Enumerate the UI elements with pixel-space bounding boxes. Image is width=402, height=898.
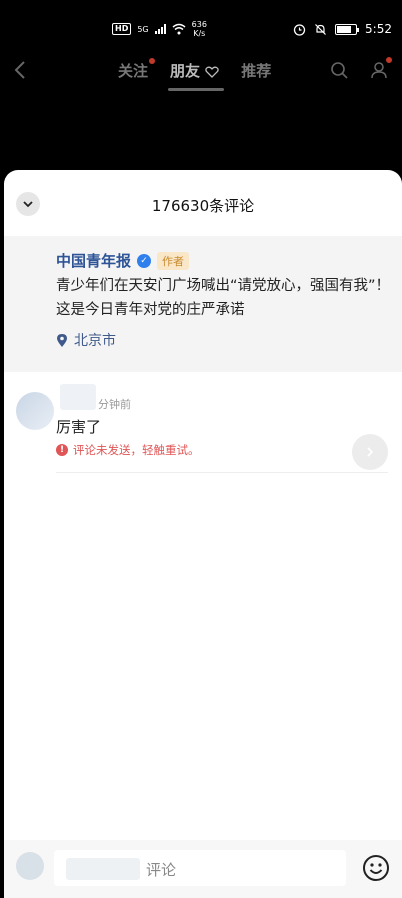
publisher-logo[interactable] [18, 258, 46, 274]
network-speed: 636 K/s [192, 20, 207, 38]
comment-input[interactable]: 评论 [54, 850, 346, 886]
heart-icon [205, 66, 219, 78]
post-author: 中国青年报 ✓ 作者 [56, 250, 190, 271]
clock: 5:52 [365, 22, 392, 36]
comment-input-bar: 评论 [4, 840, 402, 898]
chevron-right-icon [367, 447, 374, 457]
mute-bell-icon [315, 23, 326, 35]
send-failed-status[interactable]: ! 评论未发送，轻触重试。 [56, 442, 200, 458]
profile-button[interactable] [370, 57, 392, 79]
retry-button[interactable] [352, 434, 388, 470]
top-nav: 关注 朋友 推荐 [0, 44, 402, 100]
search-button[interactable] [330, 61, 348, 79]
comment-time: 分钟前 [98, 398, 131, 411]
notification-dot [149, 58, 156, 64]
chevron-left-icon [14, 61, 25, 79]
author-name[interactable]: 中国青年报 [56, 250, 131, 271]
network-type: 5G [137, 24, 149, 34]
verified-icon: ✓ [137, 253, 152, 268]
battery-icon [335, 23, 360, 35]
search-icon [331, 62, 348, 79]
post-text: 青少年们在天安门广场喊出“请党放心，强国有我”！这是今日青年对党的庄严承诺 [56, 278, 391, 318]
alarm-icon [293, 23, 306, 36]
tab-label: 朋友 [170, 62, 201, 80]
emoji-icon [363, 855, 389, 881]
avatar[interactable] [16, 392, 54, 430]
status-bar: HD 5G 636 K/s 5:52 [0, 0, 402, 44]
comment-sheet: 176630条评论 中国青年报 ✓ 作者 青少年们在天安门广场喊出“请党放心，强… [4, 170, 402, 898]
tab-following[interactable]: 关注 [118, 58, 156, 81]
comment-item: 分钟前 厉害了 ! 评论未发送，轻触重试。 [4, 372, 402, 482]
active-tab-indicator [168, 88, 224, 91]
avatar[interactable] [16, 852, 44, 880]
sheet-header: 176630条评论 [4, 170, 402, 236]
user-icon [371, 62, 387, 79]
divider [56, 472, 388, 473]
wifi-icon [172, 23, 186, 35]
hd-badge: HD [112, 23, 132, 35]
author-badge: 作者 [157, 251, 190, 270]
tab-label: 推荐 [241, 62, 272, 80]
send-failed-text: 评论未发送，轻触重试。 [73, 443, 200, 457]
nav-tabs: 关注 朋友 推荐 [118, 58, 271, 81]
tab-recommended[interactable]: 推荐 [241, 60, 271, 81]
commenter-name-blurred [60, 384, 96, 410]
comment-count: 176630条评论 [151, 197, 255, 215]
notification-dot [386, 57, 392, 63]
blurred-mention [66, 858, 140, 880]
input-placeholder: 评论 [146, 861, 177, 879]
signal-icon [154, 24, 166, 34]
back-button[interactable] [14, 60, 26, 86]
location-text: 北京市 [74, 333, 116, 349]
emoji-button[interactable] [362, 854, 390, 882]
error-icon: ! [56, 444, 68, 456]
tab-label: 关注 [118, 62, 149, 80]
tab-friends[interactable]: 朋友 [170, 60, 219, 81]
status-right: 5:52 [293, 22, 392, 36]
comment-text: 厉害了 [56, 418, 102, 436]
original-post[interactable]: 中国青年报 ✓ 作者 青少年们在天安门广场喊出“请党放心，强国有我”！这是今日青… [4, 236, 402, 372]
speed-value: 636 [191, 20, 207, 29]
post-location[interactable]: 北京市 [56, 330, 116, 350]
location-pin-icon [57, 333, 67, 347]
status-left: HD 5G 636 K/s [112, 20, 207, 38]
speed-unit: K/s [193, 29, 206, 38]
